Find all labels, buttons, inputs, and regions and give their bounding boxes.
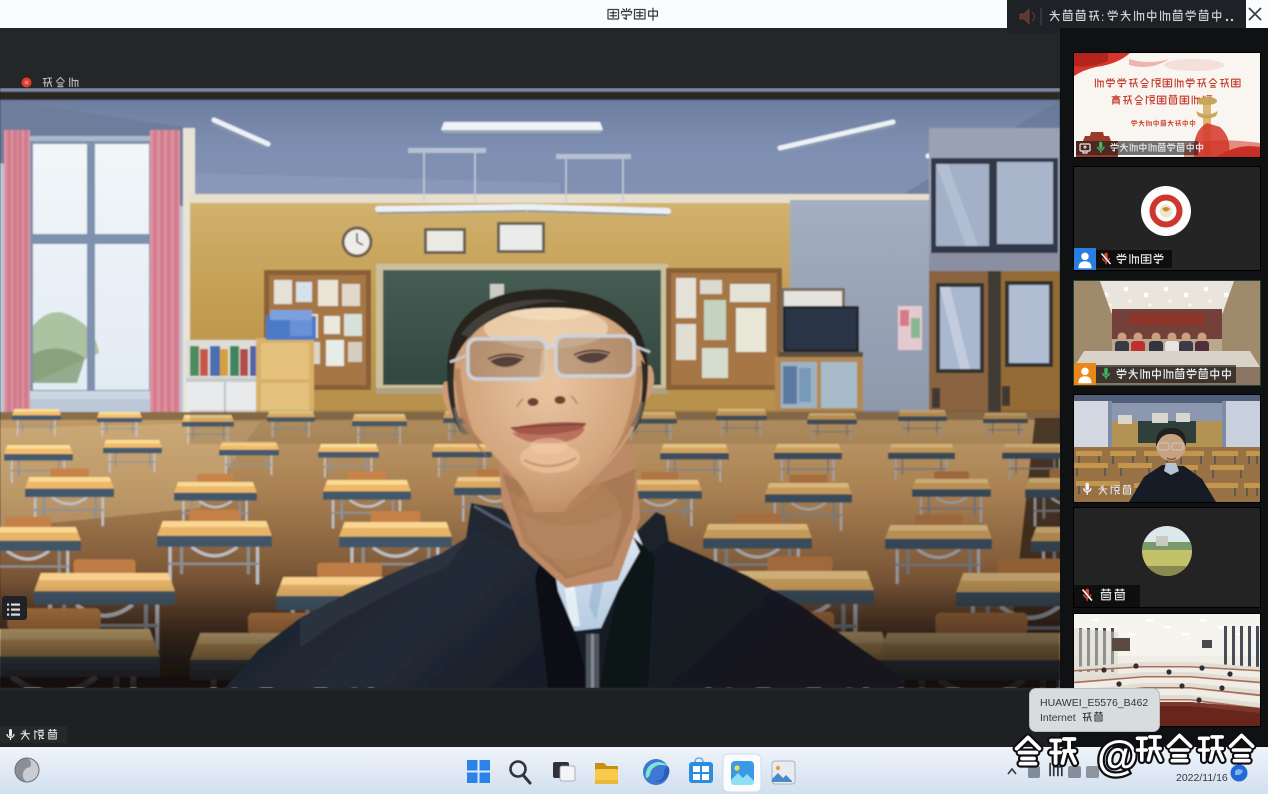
svg-text:@: @ — [1097, 732, 1138, 779]
svg-text:HUAWEI_E5576_B462: HUAWEI_E5576_B462 — [1040, 697, 1148, 709]
svg-text::: : — [1101, 10, 1104, 24]
svg-text:Internet: Internet — [1040, 712, 1076, 724]
